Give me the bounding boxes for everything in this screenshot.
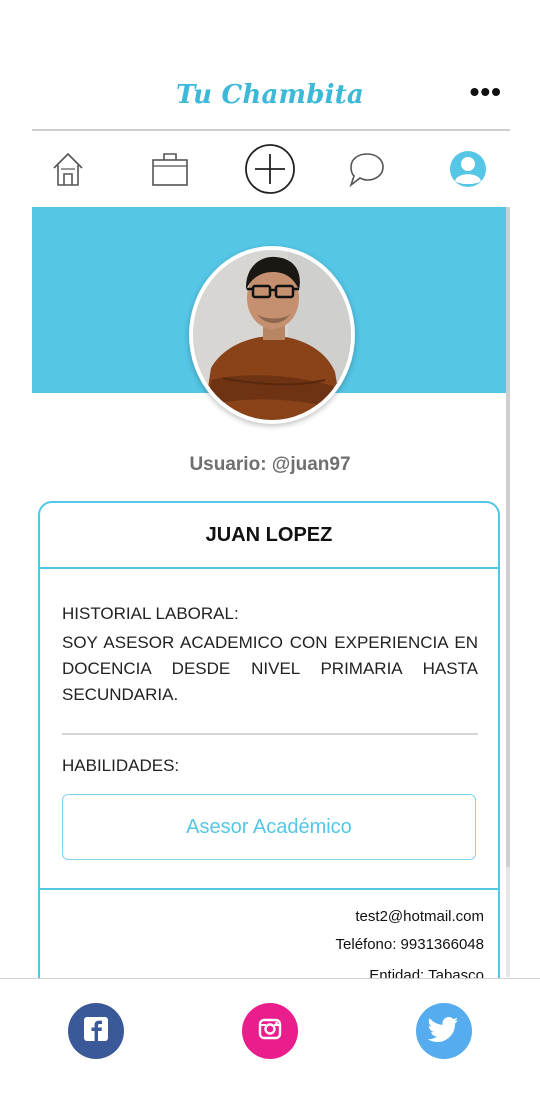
section-divider [62, 733, 478, 735]
more-options-icon[interactable]: ••• [470, 78, 502, 106]
card-divider [40, 567, 498, 569]
header-divider [32, 129, 510, 131]
home-icon [51, 150, 85, 193]
username: Usuario: @juan97 [189, 454, 351, 475]
nav-jobs[interactable] [140, 140, 200, 202]
skill-chip[interactable]: Asesor Académico [62, 794, 476, 860]
facebook-button[interactable] [68, 1003, 124, 1059]
full-name: JUAN LOPEZ [205, 523, 333, 546]
contact-email: test2@hotmail.com [355, 908, 484, 925]
chat-icon [346, 149, 386, 194]
skills-label: HABILIDADES: [62, 756, 180, 775]
nav-bar [30, 140, 510, 202]
instagram-button[interactable] [242, 1003, 298, 1059]
nav-messages[interactable] [336, 140, 396, 202]
nav-profile[interactable] [438, 140, 498, 202]
profile-card: JUAN LOPEZ HISTORIAL LABORAL: SOY ASESOR… [38, 501, 500, 1005]
scrollbar-thumb[interactable] [506, 207, 510, 867]
user-profile-icon [449, 150, 487, 193]
twitter-button[interactable] [416, 1003, 472, 1059]
card-divider [40, 888, 498, 890]
contact-phone: Teléfono: 9931366048 [335, 936, 484, 953]
add-circle-icon [243, 142, 297, 201]
twitter-icon [427, 1015, 460, 1048]
nav-add[interactable] [240, 140, 300, 202]
social-footer [0, 979, 540, 1100]
instagram-icon [256, 1015, 284, 1048]
facebook-icon [81, 1014, 111, 1049]
app-title: Tu Chambita [176, 80, 364, 110]
nav-home[interactable] [38, 140, 98, 202]
briefcase-icon [151, 151, 189, 192]
profile-avatar [189, 246, 355, 424]
app-header: Tu Chambita ••• [0, 0, 540, 130]
work-history-text: SOY ASESOR ACADEMICO CON EXPERIENCIA EN … [62, 633, 478, 704]
work-history-label: HISTORIAL LABORAL: [62, 604, 239, 623]
